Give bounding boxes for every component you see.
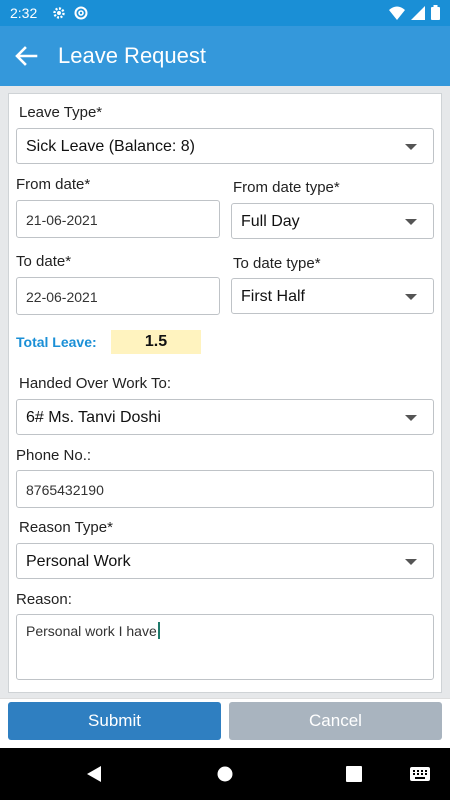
text-cursor [157, 622, 160, 639]
action-bar: Submit Cancel [0, 698, 450, 748]
from-date-type-select[interactable]: Full Day [231, 203, 434, 239]
nav-home-icon[interactable] [217, 766, 233, 782]
nav-back-icon[interactable] [86, 766, 102, 782]
from-date-type-label: From date type* [233, 179, 340, 196]
from-date-type-value: Full Day [241, 213, 300, 230]
total-leave-value: 1.5 [111, 330, 201, 354]
battery-icon [431, 5, 440, 20]
chevron-down-icon [405, 219, 417, 225]
to-date-value: 22-06-2021 [26, 289, 98, 305]
from-date-label: From date* [16, 176, 91, 193]
reason-label: Reason: [16, 591, 72, 608]
back-arrow-icon[interactable] [12, 42, 40, 70]
nav-recents-icon[interactable] [346, 766, 362, 782]
navigation-bar [0, 748, 450, 800]
reason-type-value: Personal Work [26, 553, 131, 570]
page-title: Leave Request [58, 43, 206, 68]
signal-icon [411, 5, 425, 20]
to-date-type-value: First Half [241, 288, 305, 305]
reason-type-label: Reason Type* [19, 519, 113, 536]
app-bar: Leave Request [0, 26, 450, 86]
to-date-label: To date* [16, 253, 72, 270]
phone-value: 8765432190 [26, 482, 104, 498]
keyboard-icon[interactable] [410, 767, 430, 781]
cancel-button[interactable]: Cancel [229, 702, 442, 740]
leave-type-label: Leave Type* [19, 104, 103, 121]
handed-over-select[interactable]: 6# Ms. Tanvi Doshi [16, 399, 434, 435]
from-date-field[interactable]: 21-06-2021 [16, 200, 220, 238]
reason-type-select[interactable]: Personal Work [16, 543, 434, 579]
reason-value: Personal work I have [26, 622, 160, 639]
phone-label: Phone No.: [16, 447, 92, 464]
wifi-icon [389, 6, 405, 20]
to-date-field[interactable]: 22-06-2021 [16, 277, 220, 315]
total-leave-label: Total Leave: [16, 334, 97, 350]
handed-over-label: Handed Over Work To: [19, 375, 172, 392]
status-time: 2:32 [10, 5, 38, 21]
to-date-type-select[interactable]: First Half [231, 278, 434, 314]
at-sign-icon [74, 6, 88, 20]
leave-type-value: Sick Leave (Balance: 8) [26, 138, 195, 155]
from-date-value: 21-06-2021 [26, 212, 98, 228]
chevron-down-icon [405, 144, 417, 150]
chevron-down-icon [405, 294, 417, 300]
chevron-down-icon [405, 415, 417, 421]
gear-icon [53, 7, 65, 19]
status-bar: 2:32 [0, 0, 450, 26]
phone-field[interactable]: 8765432190 [16, 470, 434, 508]
submit-button[interactable]: Submit [8, 702, 221, 740]
handed-over-value: 6# Ms. Tanvi Doshi [26, 409, 161, 426]
chevron-down-icon [405, 559, 417, 565]
reason-textarea[interactable]: Personal work I have [16, 614, 434, 680]
leave-type-select[interactable]: Sick Leave (Balance: 8) [16, 128, 434, 164]
to-date-type-label: To date type* [233, 255, 321, 272]
